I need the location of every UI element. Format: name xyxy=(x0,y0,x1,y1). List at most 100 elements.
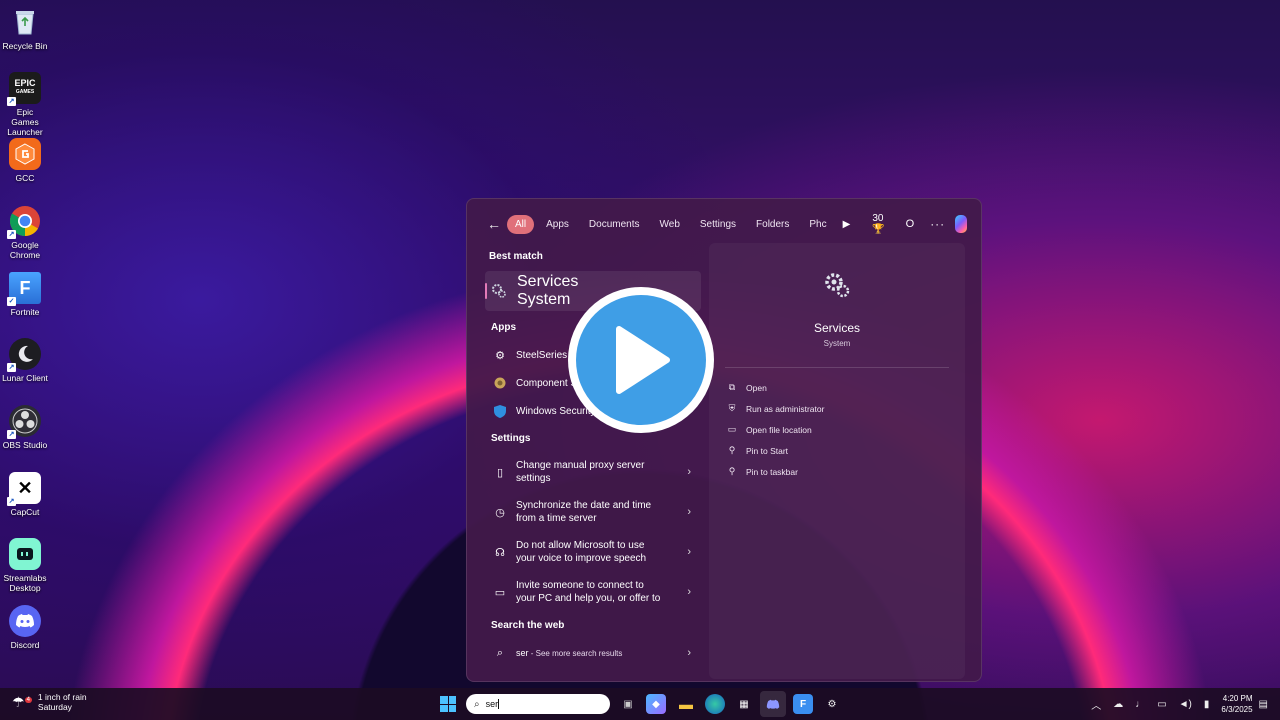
battery-icon[interactable]: ▮ xyxy=(1204,699,1210,710)
setting-result-proxy[interactable]: ▯ Change manual proxy server settings › xyxy=(493,459,691,485)
desktop-icon-epic-games[interactable]: EPIC GAMES ↗ Epic Games Launcher xyxy=(2,72,48,137)
clock[interactable]: 4:20 PM 6/3/2025 xyxy=(1221,693,1252,715)
desktop-icon-discord[interactable]: Discord xyxy=(2,605,48,650)
desktop-icon-capcut[interactable]: ✕ ↗ CapCut xyxy=(2,472,48,517)
fortnite-taskbar-icon[interactable]: F xyxy=(793,694,813,714)
filter-chip-folders[interactable]: Folders xyxy=(748,215,797,234)
desktop-icon-chrome[interactable]: ↗ Google Chrome xyxy=(2,205,48,260)
action-label: Run as administrator xyxy=(746,403,825,414)
desktop-icon-fortnite[interactable]: F ✓ Fortnite xyxy=(2,272,48,317)
edge-icon[interactable] xyxy=(705,694,725,714)
cloud-icon[interactable]: ☁ xyxy=(1113,699,1123,710)
desktop-icon-label: Epic Games Launcher xyxy=(7,107,43,137)
desktop-icon-recycle-bin[interactable]: Recycle Bin xyxy=(2,6,48,51)
setting-line-1: Change manual proxy server xyxy=(516,460,645,471)
desktop-icon-streamlabs[interactable]: Streamlabs Desktop xyxy=(2,538,48,593)
windows-logo-pane xyxy=(440,696,448,704)
apps-heading: Apps xyxy=(491,322,516,333)
setting-line-2: settings xyxy=(516,473,551,484)
setting-line-2: your voice to improve speech xyxy=(516,553,647,564)
detail-title: Services xyxy=(813,321,860,335)
widgets-icon[interactable]: ◆ xyxy=(646,694,666,714)
volume-icon[interactable]: ◄) xyxy=(1179,699,1192,710)
taskbar: ☂ 4 1 inch of rain Saturday ⌕ ser ▣ ◆ ▬ ▦… xyxy=(0,688,1280,720)
clock-time: 4:20 PM xyxy=(1222,694,1253,703)
action-open[interactable]: ⧉ Open xyxy=(727,382,767,393)
admin-shield-icon: ⛨ xyxy=(728,403,736,413)
back-arrow-icon[interactable]: ← xyxy=(487,216,501,232)
filter-chip-web[interactable]: Web xyxy=(652,215,688,234)
file-explorer-icon[interactable]: ▬ xyxy=(676,694,696,714)
web-query-suffix: - See more search results xyxy=(528,648,623,658)
task-view-icon[interactable]: ▣ xyxy=(618,694,638,714)
services-gear-icon xyxy=(823,271,851,299)
more-options-icon[interactable]: ··· xyxy=(930,217,945,231)
taskbar-search-value: ser xyxy=(485,699,499,709)
desktop-icon-label: Recycle Bin xyxy=(2,41,48,51)
action-label: Open file location xyxy=(746,424,812,435)
discord-taskbar-icon[interactable] xyxy=(760,691,786,717)
filter-chip-all[interactable]: All xyxy=(507,214,535,234)
setting-line-1: Do not allow Microsoft to use xyxy=(516,540,645,551)
chevron-up-icon[interactable]: ︿ xyxy=(1091,697,1101,712)
fortnite-icon: F ✓ xyxy=(7,272,41,306)
filter-chip-documents[interactable]: Documents xyxy=(581,215,648,234)
shortcut-arrow-icon: ↗ xyxy=(7,497,16,506)
action-run-as-admin[interactable]: ⛨ Run as administrator xyxy=(727,403,825,414)
desktop-icon-label: CapCut xyxy=(10,507,40,517)
chevron-right-icon: › xyxy=(687,647,691,659)
profile-initial[interactable]: O xyxy=(906,218,915,230)
play-more-filters-icon[interactable]: ▶ xyxy=(843,219,851,230)
capcut-icon: ✕ ↗ xyxy=(7,472,41,506)
windows-logo-pane xyxy=(448,704,456,712)
desktop-icon-label: Discord xyxy=(10,640,40,650)
proxy-icon: ▯ xyxy=(496,466,504,479)
desktop-icon-label: OBS Studio xyxy=(2,440,48,450)
search-icon: ⌕ xyxy=(474,698,480,710)
video-play-button[interactable] xyxy=(568,287,714,433)
filter-chip-photos[interactable]: Phc xyxy=(801,215,834,234)
setting-line-1: Synchronize the date and time xyxy=(516,500,652,511)
setting-result-time-sync[interactable]: ◷ Synchronize the date and time from a ti… xyxy=(493,499,691,525)
network-icon[interactable]: ▭ xyxy=(1157,699,1166,710)
weather-widget[interactable]: ☂ 4 1 inch of rain Saturday xyxy=(12,692,87,712)
desktop-icon-label: GCC xyxy=(15,173,35,183)
result-detail-pane: Services System ⧉ Open ⛨ Run as administra… xyxy=(709,243,965,679)
pin-icon: ⚲ xyxy=(728,445,736,455)
search-icon: ⌕ xyxy=(496,646,504,659)
weather-condition: 1 inch of rain xyxy=(37,692,87,702)
notifications-icon[interactable]: ▤ xyxy=(1259,699,1268,710)
component-services-icon xyxy=(493,376,507,390)
filter-chip-settings[interactable]: Settings xyxy=(692,215,744,234)
microphone-icon[interactable]: ♩ xyxy=(1135,699,1145,710)
chevron-right-icon: › xyxy=(687,506,691,518)
action-label: Pin to Start xyxy=(746,445,789,456)
setting-result-remote-assistance[interactable]: ▭ Invite someone to connect to your PC an… xyxy=(493,579,691,605)
clock-date: 6/3/2025 xyxy=(1221,705,1253,714)
action-pin-to-taskbar[interactable]: ⚲ Pin to taskbar xyxy=(727,466,798,477)
start-button[interactable] xyxy=(440,696,456,712)
windows-logo-pane xyxy=(440,704,448,712)
setting-line-2: from a time server xyxy=(516,513,597,524)
microsoft-store-icon[interactable]: ▦ xyxy=(734,694,754,714)
desktop-icon-lunar-client[interactable]: ↗ Lunar Client xyxy=(2,338,48,383)
selection-accent xyxy=(485,283,487,299)
play-icon xyxy=(616,326,670,394)
desktop-icon-obs[interactable]: ↗ OBS Studio xyxy=(2,405,48,450)
web-search-result[interactable]: ⌕ ser - See more search results › xyxy=(493,646,691,660)
filter-chip-apps[interactable]: Apps xyxy=(538,215,577,234)
setting-result-speech[interactable]: ☊ Do not allow Microsoft to use your voic… xyxy=(493,539,691,565)
services-gear-icon xyxy=(491,283,507,299)
folder-icon: ▭ xyxy=(727,424,737,434)
taskbar-search-box[interactable]: ⌕ ser xyxy=(466,694,610,714)
chevron-right-icon: › xyxy=(687,546,691,558)
rewards-points[interactable]: 30 🏆 xyxy=(872,213,889,235)
action-open-file-location[interactable]: ▭ Open file location xyxy=(727,424,812,435)
desktop-icon-gcc[interactable]: GCC xyxy=(2,138,48,183)
shield-icon xyxy=(493,404,507,418)
shortcut-arrow-icon: ✓ xyxy=(7,297,16,306)
steelseries-taskbar-icon[interactable]: ⚙ xyxy=(822,694,842,714)
action-pin-to-start[interactable]: ⚲ Pin to Start xyxy=(727,445,788,456)
windows-logo-pane xyxy=(448,696,456,704)
copilot-icon[interactable] xyxy=(955,215,967,233)
